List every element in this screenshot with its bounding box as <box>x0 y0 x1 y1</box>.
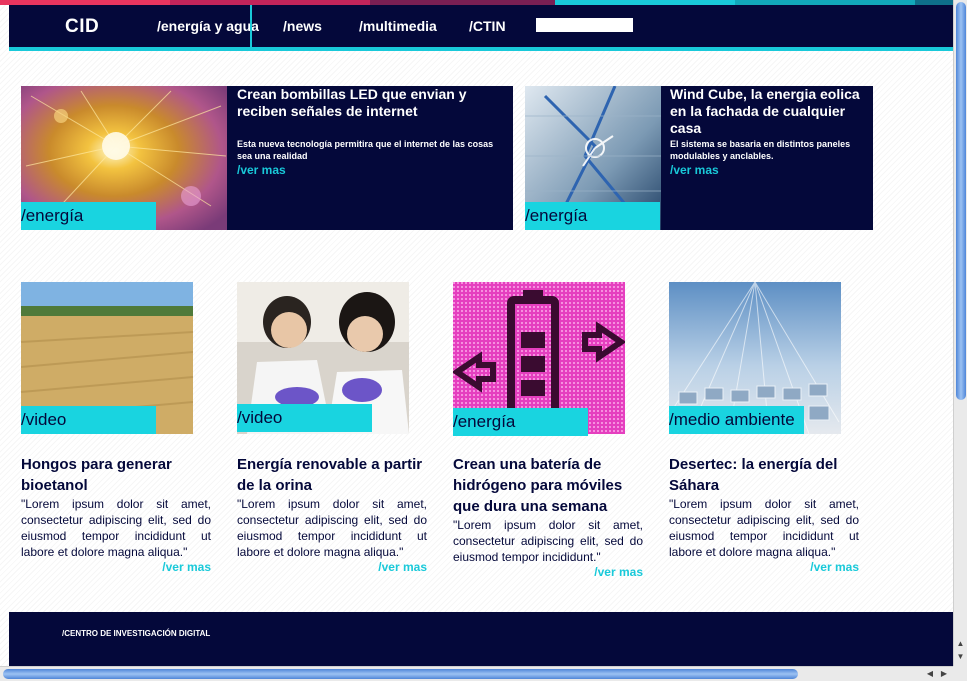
article-title[interactable]: Crean una batería de hidrógeno para móvi… <box>453 454 653 517</box>
category-tag[interactable]: /video <box>21 406 156 434</box>
featured-article-1[interactable]: /energía Crean bombillas LED que envian … <box>21 86 513 230</box>
article-title[interactable]: Hongos para generar bioetanol <box>21 454 221 496</box>
category-tag[interactable]: /energía <box>21 202 156 230</box>
search-input[interactable] <box>536 18 633 32</box>
article-description: Esta nueva tecnología permitira que el i… <box>237 139 494 161</box>
article-description: El sistema se basaria en distintos panel… <box>670 139 851 161</box>
category-tag[interactable]: /energía <box>525 202 660 230</box>
article-excerpt: "Lorem ipsum dolor sit amet, consectetur… <box>669 497 859 559</box>
nav-separator <box>250 5 252 47</box>
featured-article-2[interactable]: /energía Wind Cube, la energia eolica en… <box>525 86 873 230</box>
category-tag[interactable]: /energía <box>453 408 588 436</box>
logo[interactable]: CID <box>65 16 99 38</box>
vertical-scrollbar[interactable]: ▲ ▼ <box>953 0 967 666</box>
read-more-link[interactable]: /ver mas <box>378 560 427 574</box>
nav-item-multimedia[interactable]: /multimedia <box>359 18 437 34</box>
category-tag[interactable]: /medio ambiente <box>669 406 804 434</box>
horizontal-scroll-thumb[interactable] <box>3 669 798 679</box>
category-tag[interactable]: /video <box>237 404 372 432</box>
article-title[interactable]: Wind Cube, la energia eolica en la facha… <box>670 86 870 137</box>
nav-item-news[interactable]: /news <box>283 18 322 34</box>
footer-text[interactable]: /CENTRO DE INVESTIGACIÓN DIGITAL <box>62 629 210 638</box>
nav-item-energia[interactable]: /energía y agua <box>157 18 259 34</box>
read-more-link[interactable]: /ver mas <box>162 560 211 574</box>
article-title[interactable]: Desertec: la energía del Sáhara <box>669 454 869 496</box>
article-excerpt: "Lorem ipsum dolor sit amet, consectetur… <box>237 497 427 559</box>
vertical-scroll-thumb[interactable] <box>956 2 966 400</box>
scroll-right-icon[interactable]: ▶ <box>938 668 950 680</box>
article-excerpt: "Lorem ipsum dolor sit amet, consectetur… <box>21 497 211 559</box>
nav-item-ctin[interactable]: /CTIN <box>469 18 506 34</box>
scrollbar-corner <box>953 666 967 681</box>
read-more-link[interactable]: /ver mas <box>670 163 719 177</box>
horizontal-scrollbar[interactable]: ◀ ▶ <box>0 666 953 681</box>
read-more-link[interactable]: /ver mas <box>810 560 859 574</box>
top-navbar: CID /energía y agua /news /multimedia /C… <box>9 5 953 47</box>
article-title[interactable]: Crean bombillas LED que envian y reciben… <box>237 86 507 120</box>
read-more-link[interactable]: /ver mas <box>594 565 643 579</box>
page: CID /energía y agua /news /multimedia /C… <box>0 0 953 666</box>
nav-underline <box>9 47 953 51</box>
footer: /CENTRO DE INVESTIGACIÓN DIGITAL <box>9 612 953 666</box>
read-more-link[interactable]: /ver mas <box>237 163 286 177</box>
scroll-up-icon[interactable]: ▲ <box>954 638 967 650</box>
scroll-left-icon[interactable]: ◀ <box>924 668 936 680</box>
scroll-down-icon[interactable]: ▼ <box>954 651 967 663</box>
article-excerpt: "Lorem ipsum dolor sit amet, consectetur… <box>453 518 643 564</box>
article-title[interactable]: Energía renovable a partir de la orina <box>237 454 437 496</box>
